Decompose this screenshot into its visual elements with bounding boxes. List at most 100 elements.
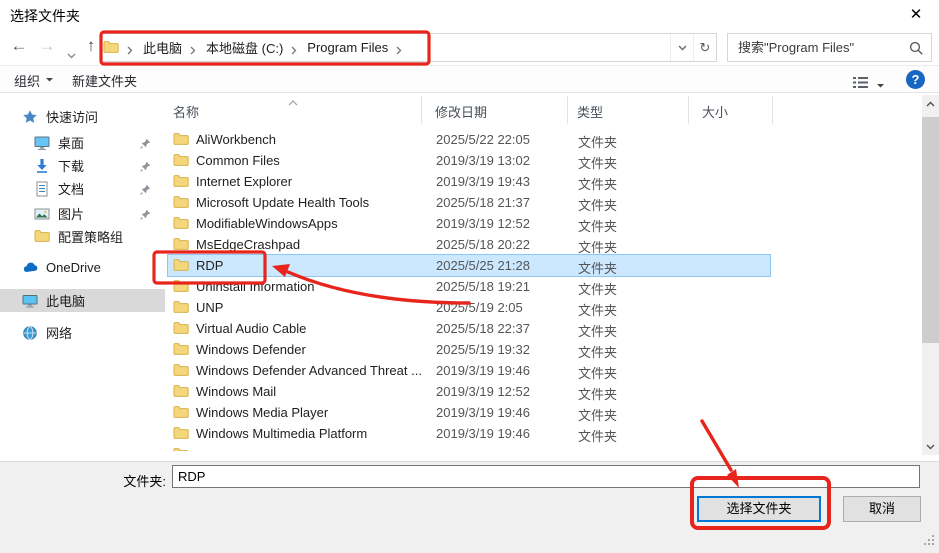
folder-icon xyxy=(173,405,189,422)
folder-icon xyxy=(173,174,189,191)
sidebar-item-quick-access[interactable]: 快速访问 xyxy=(0,105,165,128)
sidebar-item-label: 快速访问 xyxy=(46,110,99,125)
file-date: 2025/5/19 19:32 xyxy=(436,342,530,357)
file-row[interactable]: AliWorkbench 2025/5/22 22:05 文件夹 xyxy=(168,129,770,150)
up-icon[interactable]: ↑ xyxy=(80,35,102,57)
file-row[interactable]: Windows Defender Advanced Threat ... 201… xyxy=(168,360,770,381)
column-divider[interactable] xyxy=(567,96,568,124)
file-row[interactable]: Windows Media Player 2019/3/19 19:46 文件夹 xyxy=(168,402,770,423)
scrollbar-thumb[interactable] xyxy=(922,117,939,343)
sidebar-item-desktop[interactable]: 桌面 xyxy=(0,131,165,154)
sidebar-item-policy-group[interactable]: 配置策略组 xyxy=(0,225,165,248)
search-box[interactable] xyxy=(727,33,932,62)
cancel-button[interactable]: 取消 xyxy=(843,496,921,522)
sidebar-item-onedrive[interactable]: OneDrive xyxy=(0,256,165,279)
file-date: 2025/5/18 19:21 xyxy=(436,279,530,294)
sidebar-item-label: 图片 xyxy=(58,207,85,222)
organize-button[interactable]: 组织 xyxy=(14,71,54,89)
file-row[interactable]: Virtual Audio Cable 2025/5/18 22:37 文件夹 xyxy=(168,318,770,339)
file-type: 文件夹 xyxy=(578,366,618,381)
sidebar-item-downloads[interactable]: 下载 xyxy=(0,154,165,177)
help-icon[interactable]: ? xyxy=(906,70,925,89)
folder-icon xyxy=(173,363,189,380)
address-bar[interactable]: 此电脑 本地磁盘 (C:) Program Files ↻ xyxy=(100,33,717,62)
sidebar-item-documents[interactable]: 文档 xyxy=(0,177,165,200)
breadcrumb-program-files[interactable]: Program Files xyxy=(300,40,395,55)
file-name: Common Files xyxy=(196,153,280,168)
column-header-date[interactable]: 修改日期 xyxy=(435,102,487,121)
close-icon[interactable]: ✕ xyxy=(905,5,927,25)
file-row[interactable] xyxy=(168,444,770,451)
file-date: 2025/5/18 20:22 xyxy=(436,237,530,252)
column-header-name[interactable]: 名称 xyxy=(173,102,199,121)
column-divider[interactable] xyxy=(421,96,422,124)
column-header-type[interactable]: 类型 xyxy=(577,102,603,121)
file-row[interactable]: Microsoft Update Health Tools 2025/5/18 … xyxy=(168,192,770,213)
sidebar-item-pictures[interactable]: 图片 xyxy=(0,202,165,225)
sidebar-item-network[interactable]: 网络 xyxy=(0,321,165,344)
command-bar: 组织 新建文件夹 ? xyxy=(0,65,939,93)
file-row[interactable]: MsEdgeCrashpad 2025/5/18 20:22 文件夹 xyxy=(168,234,770,255)
folder-icon xyxy=(173,447,189,451)
file-date: 2025/5/18 21:37 xyxy=(436,195,530,210)
address-folder-icon xyxy=(103,40,120,56)
pin-icon xyxy=(140,208,151,223)
folder-icon xyxy=(173,237,189,254)
back-icon[interactable]: ← xyxy=(8,35,30,57)
onedrive-cloud-icon xyxy=(22,260,39,276)
view-mode-icon[interactable] xyxy=(852,73,869,91)
file-name: Uninstall Information xyxy=(196,279,315,294)
resize-gripper[interactable] xyxy=(923,534,936,550)
pictures-icon xyxy=(34,206,51,222)
file-type: 文件夹 xyxy=(578,219,618,234)
folder-name-input[interactable] xyxy=(172,465,920,488)
scroll-up-icon[interactable] xyxy=(922,95,939,112)
sidebar-item-label: 文档 xyxy=(58,182,85,197)
column-header-size[interactable]: 大小 xyxy=(702,102,728,121)
file-row[interactable]: Windows Mail 2019/3/19 12:52 文件夹 xyxy=(168,381,770,402)
select-folder-button[interactable]: 选择文件夹 xyxy=(697,496,821,522)
search-icon[interactable] xyxy=(909,41,924,59)
folder-icon xyxy=(173,279,189,296)
file-row[interactable]: UNP 2025/5/19 2:05 文件夹 xyxy=(168,297,770,318)
column-divider[interactable] xyxy=(772,96,773,124)
folder-icon xyxy=(173,258,189,275)
new-folder-button[interactable]: 新建文件夹 xyxy=(72,71,137,89)
file-row[interactable]: Windows Multimedia Platform 2019/3/19 19… xyxy=(168,423,770,444)
file-row[interactable]: Common Files 2019/3/19 13:02 文件夹 xyxy=(168,150,770,171)
forward-icon: → xyxy=(38,36,56,55)
folder-icon xyxy=(173,300,189,317)
file-row[interactable]: Internet Explorer 2019/3/19 19:43 文件夹 xyxy=(168,171,770,192)
file-row[interactable]: RDP 2025/5/25 21:28 文件夹 xyxy=(167,254,771,277)
file-date: 2019/3/19 19:43 xyxy=(436,174,530,189)
breadcrumb-chevron-icon[interactable] xyxy=(396,43,404,54)
file-row[interactable]: Uninstall Information 2025/5/18 19:21 文件… xyxy=(168,276,770,297)
folder-icon xyxy=(173,321,189,338)
breadcrumb-local-disk-c[interactable]: 本地磁盘 (C:) xyxy=(199,38,290,57)
file-type: 文件夹 xyxy=(578,303,618,318)
file-date: 2025/5/22 22:05 xyxy=(436,132,530,147)
file-date: 2019/3/19 12:52 xyxy=(436,216,530,231)
main-area: 快速访问 桌面 下载 文档 图片 配置策略组 OneDrive 此电脑 网络 名… xyxy=(0,93,939,461)
address-dropdown-chevron-icon[interactable] xyxy=(670,34,693,61)
file-row[interactable]: ModifiableWindowsApps 2019/3/19 12:52 文件… xyxy=(168,213,770,234)
file-row[interactable]: Windows Defender 2025/5/19 19:32 文件夹 xyxy=(168,339,770,360)
sidebar-item-this-pc[interactable]: 此电脑 xyxy=(0,289,165,312)
breadcrumb-this-pc[interactable]: 此电脑 xyxy=(136,38,189,57)
pin-icon xyxy=(140,160,151,175)
vertical-scrollbar[interactable] xyxy=(922,95,939,455)
list-header: 名称 修改日期 类型 大小 xyxy=(166,93,939,127)
column-divider[interactable] xyxy=(688,96,689,124)
file-name: Internet Explorer xyxy=(196,174,293,189)
history-chevron-down-icon[interactable] xyxy=(60,43,82,65)
breadcrumb-chevron-icon[interactable] xyxy=(190,43,198,54)
file-type: 文件夹 xyxy=(578,324,618,339)
sort-ascending-icon xyxy=(288,94,298,109)
file-name: RDP xyxy=(196,258,224,273)
dialog-title: 选择文件夹 xyxy=(10,8,80,24)
refresh-icon[interactable]: ↻ xyxy=(693,34,716,61)
breadcrumb-chevron-icon[interactable] xyxy=(291,43,299,54)
file-type: 文件夹 xyxy=(578,261,618,276)
search-input[interactable] xyxy=(728,34,931,61)
scroll-down-icon[interactable] xyxy=(922,438,939,455)
